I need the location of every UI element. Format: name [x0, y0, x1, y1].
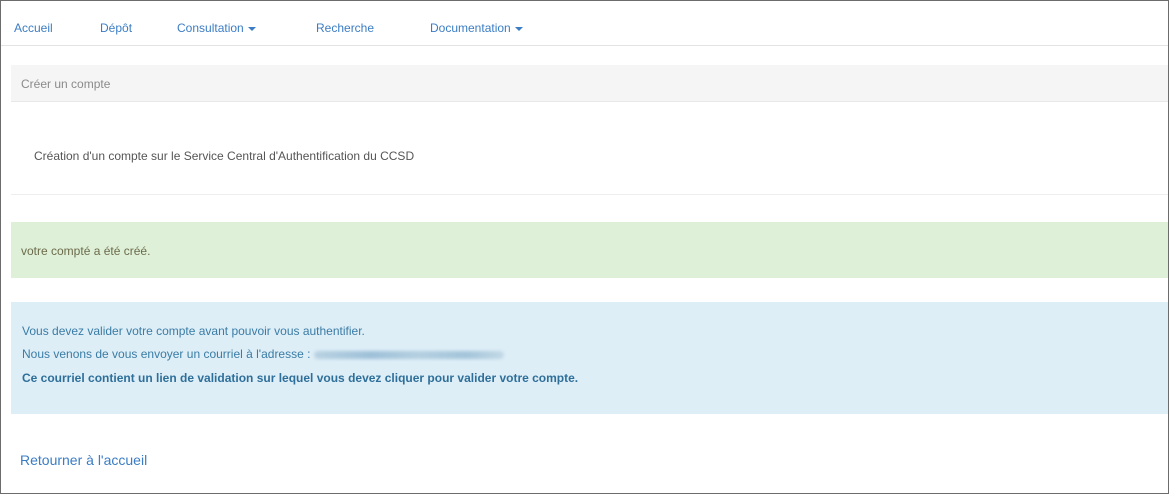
nav-recherche[interactable]: Recherche	[316, 20, 374, 36]
nav-accueil[interactable]: Accueil	[14, 20, 53, 36]
nav-documentation-label: Documentation	[430, 21, 511, 35]
nav-recherche-label: Recherche	[316, 21, 375, 35]
nav-depot[interactable]: Dépôt	[100, 20, 132, 36]
success-message: votre compté a été créé.	[21, 244, 151, 258]
redacted-email-address	[314, 350, 505, 359]
page-title: Créer un compte	[21, 77, 111, 91]
caret-down-icon	[247, 26, 256, 31]
top-navbar: Accueil Dépôt Consultation Recherche Doc…	[1, 1, 1168, 46]
info-validation-link-message: Ce courriel contient un lien de validati…	[22, 371, 579, 385]
info-alert: Vous devez valider votre compte avant po…	[11, 302, 1168, 414]
info-email-sent-message: Nous venons de vous envoyer un courriel …	[22, 346, 505, 362]
success-alert: votre compté a été créé.	[11, 222, 1168, 278]
nav-consultation-label: Consultation	[177, 21, 244, 35]
caret-down-icon	[514, 26, 523, 31]
panel-heading: Créer un compte	[11, 65, 1168, 102]
nav-accueil-label: Accueil	[14, 21, 53, 35]
browser-frame: Accueil Dépôt Consultation Recherche Doc…	[0, 0, 1169, 494]
panel-body: Création d'un compte sur le Service Cent…	[11, 102, 1168, 195]
return-home-link[interactable]: Retourner à l'accueil	[20, 451, 147, 469]
nav-consultation-dropdown[interactable]: Consultation	[177, 20, 256, 36]
info-email-sent-label: Nous venons de vous envoyer un courriel …	[22, 347, 311, 361]
panel-description: Création d'un compte sur le Service Cent…	[34, 149, 415, 163]
nav-depot-label: Dépôt	[100, 21, 133, 35]
nav-documentation-dropdown[interactable]: Documentation	[430, 20, 523, 36]
info-validate-message: Vous devez valider votre compte avant po…	[22, 324, 365, 338]
